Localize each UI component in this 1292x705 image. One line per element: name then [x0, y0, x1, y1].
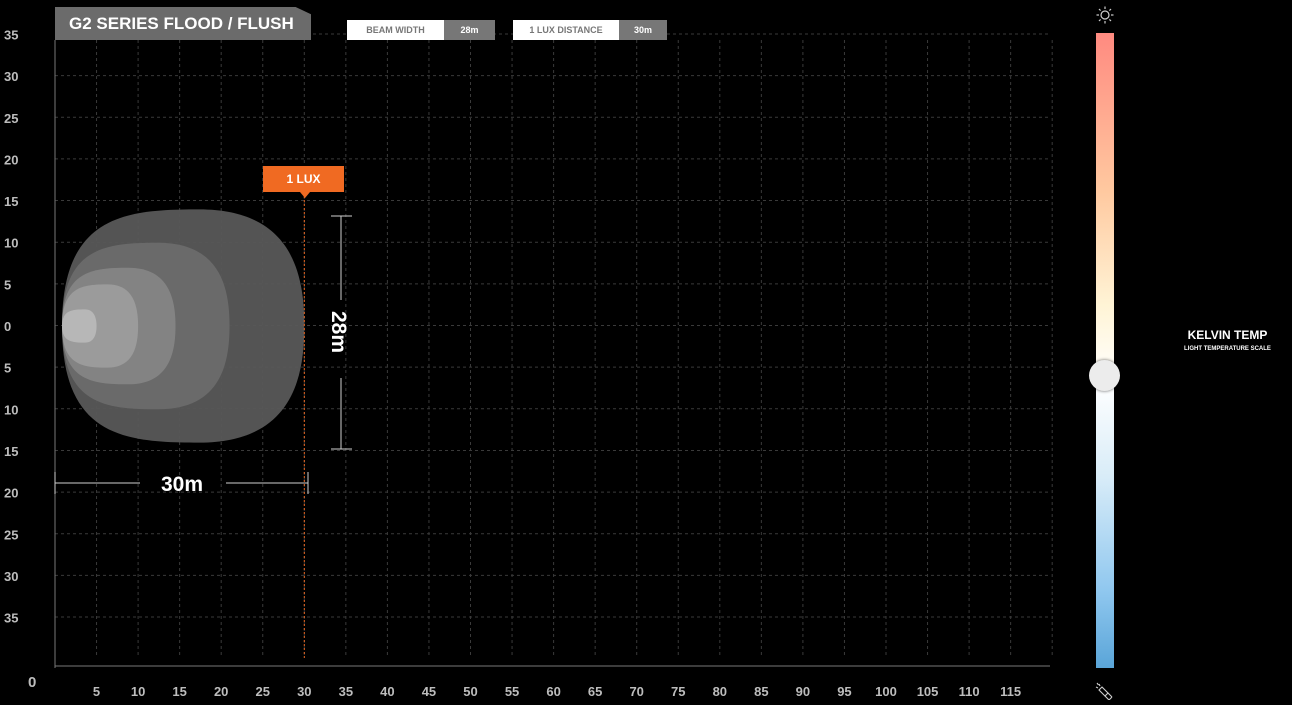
x-tick-label: 45	[422, 684, 436, 699]
kelvin-subtitle: LIGHT TEMPERATURE SCALE	[1184, 346, 1271, 352]
y-tick-label: 25	[4, 527, 18, 542]
beam-width-value: 28m	[444, 20, 495, 40]
x-tick-label: 30	[297, 684, 311, 699]
x-tick-label: 55	[505, 684, 519, 699]
x-tick-labels: 5 10 15 20 25 30 35 40 45 50 55 60 65 70 75 80 85 90 95 100…	[93, 684, 1021, 699]
y-tick-label: 35	[4, 27, 18, 42]
beam-width-badge: BEAM WIDTH 28m	[347, 20, 495, 40]
y-tick-label: 20	[4, 152, 18, 167]
y-tick-label: 30	[4, 569, 18, 584]
beam-width-dimension: 28m	[327, 215, 352, 450]
x-tick-label: 35	[339, 684, 353, 699]
kelvin-slider-track[interactable]	[1096, 33, 1114, 668]
x-tick-label: 20	[214, 684, 228, 699]
y-tick-label: 10	[4, 402, 18, 417]
y-tick-label: 5	[4, 361, 11, 376]
x-tick-label: 40	[380, 684, 394, 699]
x-tick-label: 25	[256, 684, 270, 699]
x-tick-label: 115	[1000, 684, 1021, 699]
y-tick-label: 0	[4, 319, 11, 334]
x-tick-label: 105	[917, 684, 939, 699]
product-title: G2 SERIES FLOOD / FLUSH	[55, 7, 311, 40]
lux-distance-value: 30m	[619, 20, 667, 40]
x-tick-label: 60	[546, 684, 560, 699]
x-tick-label: 15	[172, 684, 186, 699]
flashlight-icon	[1095, 682, 1113, 700]
lux-distance-label: 1 LUX DISTANCE	[513, 20, 619, 40]
y-tick-label: 5	[4, 277, 11, 292]
y-tick-label: 15	[4, 194, 18, 209]
x-origin-label: 0	[28, 674, 36, 691]
x-tick-label: 90	[796, 684, 810, 699]
lux-distance-badge: 1 LUX DISTANCE 30m	[513, 20, 667, 40]
y-tick-label: 10	[4, 236, 18, 251]
x-tick-label: 80	[713, 684, 727, 699]
x-tick-label: 100	[875, 684, 897, 699]
x-tick-label: 95	[837, 684, 851, 699]
beam-contours	[62, 209, 305, 443]
y-tick-label: 15	[4, 444, 18, 459]
beam-contour	[62, 309, 97, 343]
x-tick-label: 75	[671, 684, 685, 699]
beam-width-dim-label: 28m	[327, 311, 350, 353]
x-tick-label: 70	[629, 684, 643, 699]
x-tick-label: 65	[588, 684, 602, 699]
y-tick-labels: 35 30 25 20 15 10 5 0 5 10 15 20 25 30 35	[4, 27, 18, 625]
distance-dim-label: 30m	[161, 473, 203, 496]
y-tick-label: 25	[4, 111, 18, 126]
kelvin-title: KELVIN TEMP	[1187, 328, 1268, 342]
one-lux-marker: 1 LUX	[263, 166, 344, 198]
y-tick-label: 35	[4, 611, 18, 626]
x-tick-label: 50	[463, 684, 477, 699]
sun-icon	[1096, 6, 1114, 24]
beam-width-label: BEAM WIDTH	[347, 20, 444, 40]
x-tick-label: 110	[959, 684, 980, 699]
y-tick-label: 30	[4, 69, 18, 84]
x-tick-label: 10	[131, 684, 145, 699]
x-tick-label: 5	[93, 684, 100, 699]
x-tick-label: 85	[754, 684, 768, 699]
y-tick-label: 20	[4, 486, 18, 501]
